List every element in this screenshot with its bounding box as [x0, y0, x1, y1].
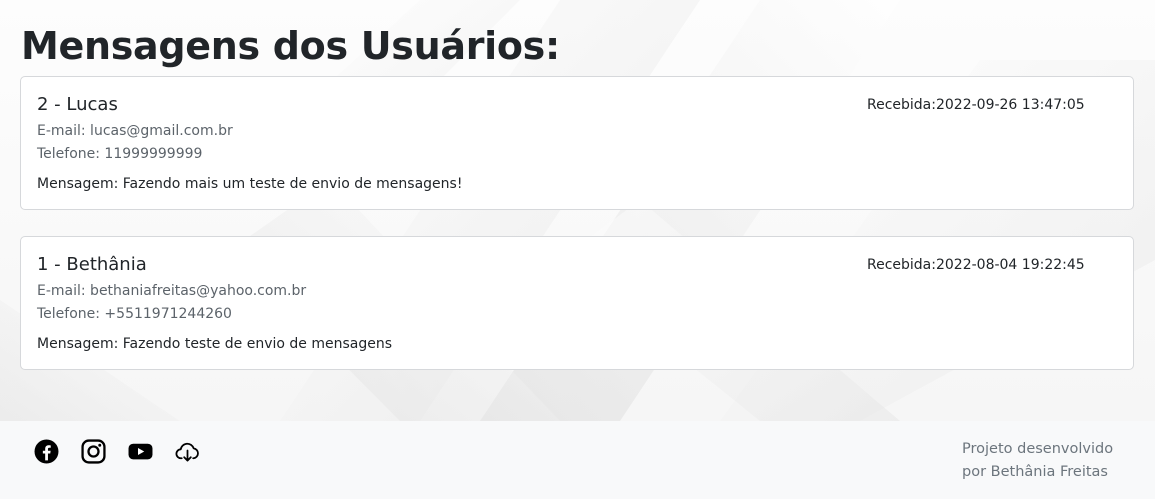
message-card: 1 - Bethânia Recebida:2022-08-04 19:22:4… [20, 236, 1134, 370]
instagram-icon [81, 439, 106, 464]
download-link[interactable] [175, 439, 200, 464]
footer: Projeto desenvolvido por Bethânia Freita… [0, 421, 1155, 499]
message-card: 2 - Lucas Recebida:2022-09-26 13:47:05 E… [20, 76, 1134, 210]
credit-line: Projeto desenvolvido [962, 441, 1114, 457]
social-links [34, 439, 200, 464]
page-title: Mensagens dos Usuários: [21, 24, 560, 68]
footer-credit: Projeto desenvolvido por Bethânia Freita… [962, 438, 1142, 484]
message-body: Mensagem: Fazendo mais um teste de envio… [37, 176, 463, 192]
cloud-download-icon [175, 442, 199, 462]
credit-line: por Bethânia Freitas [962, 464, 1108, 480]
message-phone: Telefone: 11999999999 [37, 146, 203, 162]
message-received-date: Recebida:2022-09-26 13:47:05 [867, 97, 1085, 113]
youtube-icon [128, 443, 153, 460]
message-email: E-mail: bethaniafreitas@yahoo.com.br [37, 283, 307, 299]
message-title: 2 - Lucas [37, 94, 118, 115]
instagram-link[interactable] [81, 439, 106, 464]
message-body: Mensagem: Fazendo teste de envio de mens… [37, 336, 393, 352]
facebook-link[interactable] [34, 439, 59, 464]
message-phone: Telefone: +5511971244260 [37, 306, 232, 322]
message-email: E-mail: lucas@gmail.com.br [37, 123, 233, 139]
facebook-icon [34, 439, 59, 464]
message-title: 1 - Bethânia [37, 254, 147, 275]
message-received-date: Recebida:2022-08-04 19:22:45 [867, 257, 1085, 273]
youtube-link[interactable] [128, 439, 153, 464]
